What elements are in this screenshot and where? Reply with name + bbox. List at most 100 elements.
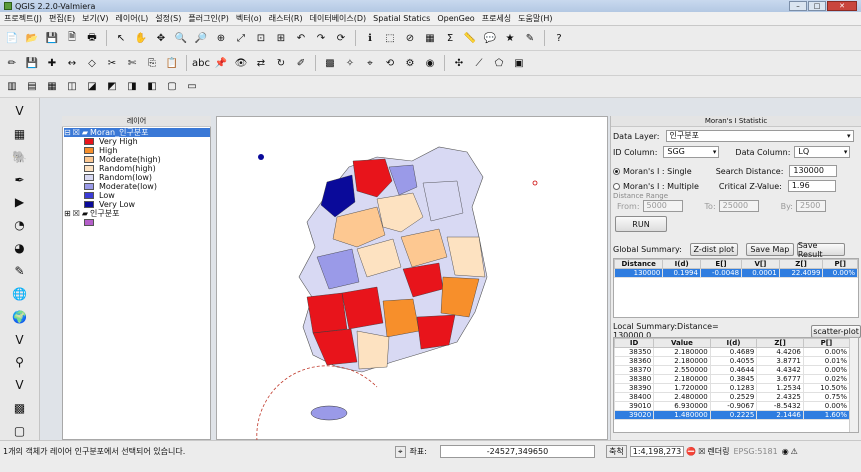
add-raster-icon[interactable]: ▤ [24, 79, 40, 95]
table-scrollbar[interactable] [849, 338, 858, 432]
column-header[interactable]: Value [653, 338, 711, 348]
run-button[interactable]: RUN [615, 216, 667, 232]
add-spatialite-layer-icon[interactable]: ✒ [10, 171, 30, 189]
column-header[interactable]: Z[] [756, 338, 804, 348]
render-checkbox[interactable]: ☒ [698, 447, 705, 456]
layer-checkbox[interactable]: ☒ [73, 128, 80, 137]
add-wcs-layer-icon[interactable]: 🌍 [10, 308, 30, 326]
map-canvas[interactable] [216, 116, 608, 442]
expand-icon[interactable]: ⊞ [64, 209, 71, 218]
zoom-full-icon[interactable]: ⤢ [233, 30, 249, 46]
column-header[interactable]: P[] [822, 259, 858, 269]
add-postgis-icon[interactable]: ▦ [44, 79, 60, 95]
raster-icon[interactable]: ▩ [322, 55, 338, 71]
scatter-plot-button[interactable]: scatter-plot [811, 324, 861, 338]
column-header[interactable]: V[] [741, 259, 780, 269]
pointer-icon[interactable]: ↖ [113, 30, 129, 46]
add-wms-layer-icon[interactable]: 🌐 [10, 285, 30, 303]
id-column-combo[interactable]: SGG [663, 146, 720, 158]
single-radio[interactable] [613, 167, 620, 175]
table-row[interactable]: 130000 0.1994 -0.0048 0.0001 22.4099 0.00% [613, 268, 858, 278]
paste-icon[interactable]: 📋 [164, 55, 180, 71]
add-wcs-icon[interactable]: ◩ [104, 79, 120, 95]
help-icon[interactable]: ? [551, 30, 567, 46]
data-column-combo[interactable]: LQ [794, 146, 851, 158]
menu-view[interactable]: 보기(V) [82, 13, 108, 24]
map-tips-icon[interactable]: 💬 [482, 30, 498, 46]
table-row[interactable]: 39020 1.480000 0.2225 2.1446 1.60% [614, 410, 851, 420]
menu-layer[interactable]: 레이어(L) [116, 13, 149, 24]
select-icon[interactable]: ⬚ [382, 30, 398, 46]
menu-project[interactable]: 프로젝트(J) [4, 13, 42, 24]
bookmark-icon[interactable]: ★ [502, 30, 518, 46]
menu-raster[interactable]: 래스터(R) [269, 13, 303, 24]
label-change-icon[interactable]: ✐ [293, 55, 309, 71]
minimize-button[interactable]: – [789, 1, 807, 11]
stop-render-icon[interactable]: ⛔ [686, 447, 696, 456]
zoom-selection-icon[interactable]: ⊡ [253, 30, 269, 46]
warning-icon[interactable]: ⚠ [791, 447, 798, 456]
critical-z-input[interactable]: 1.96 [787, 180, 836, 192]
label-rotate-icon[interactable]: ↻ [273, 55, 289, 71]
menu-settings[interactable]: 설정(S) [155, 13, 181, 24]
add-delimited-icon[interactable]: ◧ [144, 79, 160, 95]
table-row[interactable]: 38370 2.550000 0.4644 4.4342 0.00% [614, 365, 851, 375]
table-row[interactable]: 38350 2.180000 0.4689 4.4206 0.00% [614, 347, 851, 357]
table-row[interactable]: 38360 2.180000 0.4055 3.8771 0.01% [614, 356, 851, 366]
print-composer-icon[interactable]: 🖶 [84, 30, 100, 46]
new-spatialite-icon[interactable]: ▩ [10, 399, 30, 417]
label-show-icon[interactable]: 👁 [233, 55, 249, 71]
coordinate-toggle-icon[interactable]: ⌖ [395, 445, 406, 458]
column-header[interactable]: I(d) [709, 338, 758, 348]
table-row[interactable]: 39010 6.930000 -0.9067 -8.5432 0.00% [614, 401, 851, 411]
table-row[interactable]: 38400 2.480000 0.2529 2.4325 0.75% [614, 392, 851, 402]
save-result-button[interactable]: Save Result [796, 241, 845, 259]
multiple-radio[interactable] [613, 182, 620, 190]
copy-icon[interactable]: ⎘ [144, 55, 160, 71]
capture-line-icon[interactable]: ⟋ [471, 55, 487, 71]
capture-polygon-icon[interactable]: ⬠ [491, 55, 507, 71]
zoom-next-icon[interactable]: ↷ [313, 30, 329, 46]
layer-checkbox[interactable]: ☒ [73, 209, 80, 218]
add-vector-icon[interactable]: ▥ [4, 79, 20, 95]
menu-spatial-statics[interactable]: Spatial Statics [373, 14, 430, 23]
column-header[interactable]: E[] [699, 259, 743, 269]
add-mssql-layer-icon[interactable]: ▶ [10, 193, 30, 211]
zdist-plot-button[interactable]: Z-dist plot [689, 243, 738, 256]
identify-icon[interactable]: ℹ [362, 30, 378, 46]
menu-help[interactable]: 도움말(H) [518, 13, 552, 24]
annotation-icon[interactable]: ✎ [522, 30, 538, 46]
refresh-icon[interactable]: ⟳ [333, 30, 349, 46]
table-row[interactable]: 38390 1.720000 0.1283 1.2534 10.50% [614, 383, 851, 393]
from-input[interactable]: 5000 [642, 200, 683, 212]
new-layer-icon[interactable]: V [10, 376, 30, 394]
add-wms-icon[interactable]: ◪ [84, 79, 100, 95]
processing-icon[interactable]: ⚙ [402, 55, 418, 71]
open-project-icon[interactable]: 📂 [24, 30, 40, 46]
deselect-icon[interactable]: ⊘ [402, 30, 418, 46]
add-raster-layer-icon[interactable]: ▦ [10, 125, 30, 143]
add-wfs-icon[interactable]: ◨ [124, 79, 140, 95]
label-pin-icon[interactable]: 📌 [213, 55, 229, 71]
gps-icon[interactable]: ◉ [422, 55, 438, 71]
menu-processing[interactable]: 프로세싱 [482, 13, 511, 24]
pan-icon[interactable]: ✋ [133, 30, 149, 46]
menu-vector[interactable]: 벡터(o) [236, 13, 262, 24]
save-as-icon[interactable]: 🗎 [64, 30, 80, 46]
pan-to-selection-icon[interactable]: ✥ [153, 30, 169, 46]
label-icon[interactable]: abc [192, 55, 210, 71]
search-distance-input[interactable]: 130000 [789, 165, 838, 177]
column-header[interactable]: ID [614, 338, 655, 348]
table-row[interactable]: 38380 2.180000 0.3845 3.6777 0.02% [614, 374, 851, 384]
capture-point-icon[interactable]: ✣ [451, 55, 467, 71]
toggle-edit-icon[interactable]: ✏ [4, 55, 20, 71]
add-feature-icon[interactable]: ✚ [44, 55, 60, 71]
save-map-button[interactable]: Save Map [745, 243, 794, 256]
add-wfs-layer-icon[interactable]: ✎ [10, 262, 30, 280]
menu-opengeo[interactable]: OpenGeo [437, 14, 474, 23]
digitize-icon[interactable]: ✧ [342, 55, 358, 71]
map-window-icon[interactable]: ▣ [511, 55, 527, 71]
close-button[interactable]: ✕ [827, 1, 857, 11]
layer-item-population[interactable]: ⊞ ☒ ▰ 인구분포 [64, 209, 210, 218]
node-tool-icon[interactable]: ◇ [84, 55, 100, 71]
